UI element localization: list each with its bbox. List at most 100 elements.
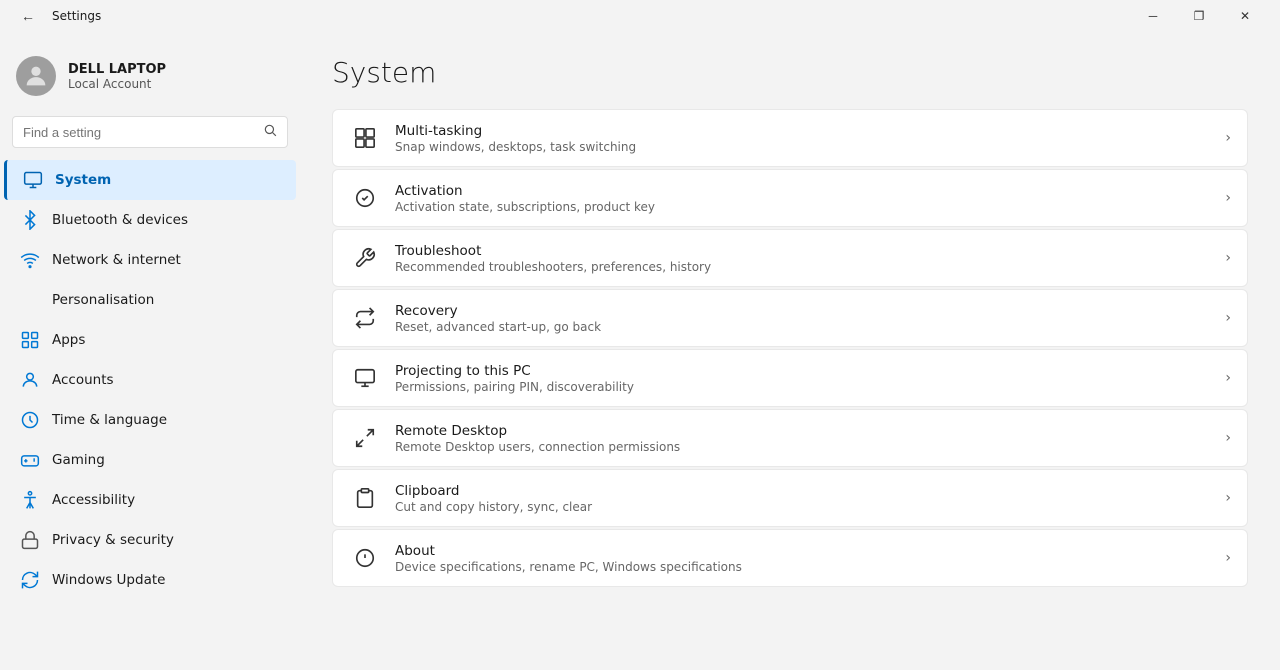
chevron-icon-projecting: ›: [1225, 370, 1231, 386]
settings-text-remote: Remote Desktop Remote Desktop users, con…: [395, 423, 680, 454]
settings-name-recovery: Recovery: [395, 303, 601, 319]
user-name: DELL LAPTOP: [68, 62, 166, 77]
settings-text-clipboard: Clipboard Cut and copy history, sync, cl…: [395, 483, 592, 514]
sidebar-item-personalisation[interactable]: Personalisation: [4, 280, 296, 320]
nav-icon-update: [20, 570, 40, 590]
settings-icon-activation: [349, 182, 381, 214]
chevron-icon-troubleshoot: ›: [1225, 250, 1231, 266]
nav-label-time: Time & language: [52, 412, 167, 428]
settings-icon-remote: [349, 422, 381, 454]
settings-item-projecting[interactable]: Projecting to this PC Permissions, pairi…: [332, 349, 1248, 407]
minimize-button[interactable]: ─: [1130, 0, 1176, 32]
settings-item-about[interactable]: About Device specifications, rename PC, …: [332, 529, 1248, 587]
sidebar-item-update[interactable]: Windows Update: [4, 560, 296, 600]
settings-item-remote[interactable]: Remote Desktop Remote Desktop users, con…: [332, 409, 1248, 467]
settings-desc-about: Device specifications, rename PC, Window…: [395, 560, 742, 574]
sidebar-item-time[interactable]: Time & language: [4, 400, 296, 440]
search-box[interactable]: [12, 116, 288, 148]
settings-item-activation[interactable]: Activation Activation state, subscriptio…: [332, 169, 1248, 227]
settings-icon-clipboard: [349, 482, 381, 514]
sidebar-item-accessibility[interactable]: Accessibility: [4, 480, 296, 520]
restore-button[interactable]: ❐: [1176, 0, 1222, 32]
settings-text-troubleshoot: Troubleshoot Recommended troubleshooters…: [395, 243, 711, 274]
settings-item-left-about: About Device specifications, rename PC, …: [349, 542, 742, 574]
chevron-icon-remote: ›: [1225, 430, 1231, 446]
sidebar-item-system[interactable]: System: [4, 160, 296, 200]
back-button[interactable]: ←: [12, 0, 44, 32]
titlebar: ← Settings ─ ❐ ✕: [0, 0, 1280, 32]
nav-icon-gaming: [20, 450, 40, 470]
settings-text-recovery: Recovery Reset, advanced start-up, go ba…: [395, 303, 601, 334]
nav-label-accounts: Accounts: [52, 372, 114, 388]
settings-item-left-multitasking: Multi-tasking Snap windows, desktops, ta…: [349, 122, 636, 154]
sidebar-item-apps[interactable]: Apps: [4, 320, 296, 360]
page-title: System: [332, 56, 1248, 89]
settings-item-left-clipboard: Clipboard Cut and copy history, sync, cl…: [349, 482, 592, 514]
settings-icon-projecting: [349, 362, 381, 394]
settings-name-troubleshoot: Troubleshoot: [395, 243, 711, 259]
nav-label-privacy: Privacy & security: [52, 532, 174, 548]
settings-item-left-remote: Remote Desktop Remote Desktop users, con…: [349, 422, 680, 454]
settings-text-multitasking: Multi-tasking Snap windows, desktops, ta…: [395, 123, 636, 154]
titlebar-controls: ─ ❐ ✕: [1130, 0, 1268, 32]
user-section[interactable]: DELL LAPTOP Local Account: [0, 40, 300, 116]
settings-name-multitasking: Multi-tasking: [395, 123, 636, 139]
nav-label-bluetooth: Bluetooth & devices: [52, 212, 188, 228]
nav-label-accessibility: Accessibility: [52, 492, 135, 508]
settings-item-left-recovery: Recovery Reset, advanced start-up, go ba…: [349, 302, 601, 334]
settings-desc-remote: Remote Desktop users, connection permiss…: [395, 440, 680, 454]
settings-desc-activation: Activation state, subscriptions, product…: [395, 200, 655, 214]
settings-icon-troubleshoot: [349, 242, 381, 274]
nav-icon-privacy: [20, 530, 40, 550]
sidebar-item-network[interactable]: Network & internet: [4, 240, 296, 280]
sidebar: DELL LAPTOP Local Account System Bluetoo…: [0, 32, 300, 670]
settings-item-recovery[interactable]: Recovery Reset, advanced start-up, go ba…: [332, 289, 1248, 347]
nav-icon-system: [23, 170, 43, 190]
settings-desc-clipboard: Cut and copy history, sync, clear: [395, 500, 592, 514]
close-button[interactable]: ✕: [1222, 0, 1268, 32]
nav-icon-accounts: [20, 370, 40, 390]
nav-label-system: System: [55, 172, 111, 188]
sidebar-item-bluetooth[interactable]: Bluetooth & devices: [4, 200, 296, 240]
titlebar-title: Settings: [52, 9, 101, 23]
settings-desc-recovery: Reset, advanced start-up, go back: [395, 320, 601, 334]
settings-item-left-troubleshoot: Troubleshoot Recommended troubleshooters…: [349, 242, 711, 274]
settings-item-clipboard[interactable]: Clipboard Cut and copy history, sync, cl…: [332, 469, 1248, 527]
settings-item-left-activation: Activation Activation state, subscriptio…: [349, 182, 655, 214]
sidebar-item-privacy[interactable]: Privacy & security: [4, 520, 296, 560]
user-info: DELL LAPTOP Local Account: [68, 62, 166, 91]
settings-icon-recovery: [349, 302, 381, 334]
chevron-icon-about: ›: [1225, 550, 1231, 566]
settings-icon-multitasking: [349, 122, 381, 154]
settings-item-troubleshoot[interactable]: Troubleshoot Recommended troubleshooters…: [332, 229, 1248, 287]
nav-icon-bluetooth: [20, 210, 40, 230]
settings-desc-projecting: Permissions, pairing PIN, discoverabilit…: [395, 380, 634, 394]
sidebar-item-gaming[interactable]: Gaming: [4, 440, 296, 480]
nav-label-apps: Apps: [52, 332, 85, 348]
nav-icon-apps: [20, 330, 40, 350]
nav-label-network: Network & internet: [52, 252, 181, 268]
settings-name-clipboard: Clipboard: [395, 483, 592, 499]
settings-item-left-projecting: Projecting to this PC Permissions, pairi…: [349, 362, 634, 394]
settings-item-multitasking[interactable]: Multi-tasking Snap windows, desktops, ta…: [332, 109, 1248, 167]
settings-name-activation: Activation: [395, 183, 655, 199]
settings-list: Multi-tasking Snap windows, desktops, ta…: [332, 109, 1248, 587]
nav-icon-accessibility: [20, 490, 40, 510]
nav-label-personalisation: Personalisation: [52, 292, 154, 308]
nav-list: System Bluetooth & devices Network & int…: [0, 160, 300, 600]
sidebar-item-accounts[interactable]: Accounts: [4, 360, 296, 400]
content: System Multi-tasking Snap windows, deskt…: [300, 32, 1280, 670]
search-input[interactable]: [23, 125, 255, 140]
settings-name-remote: Remote Desktop: [395, 423, 680, 439]
chevron-icon-multitasking: ›: [1225, 130, 1231, 146]
nav-label-update: Windows Update: [52, 572, 165, 588]
chevron-icon-activation: ›: [1225, 190, 1231, 206]
chevron-icon-recovery: ›: [1225, 310, 1231, 326]
search-icon: [263, 123, 277, 141]
avatar: [16, 56, 56, 96]
nav-icon-time: [20, 410, 40, 430]
nav-icon-network: [20, 250, 40, 270]
titlebar-left: ← Settings: [12, 0, 101, 32]
settings-icon-about: [349, 542, 381, 574]
settings-desc-troubleshoot: Recommended troubleshooters, preferences…: [395, 260, 711, 274]
